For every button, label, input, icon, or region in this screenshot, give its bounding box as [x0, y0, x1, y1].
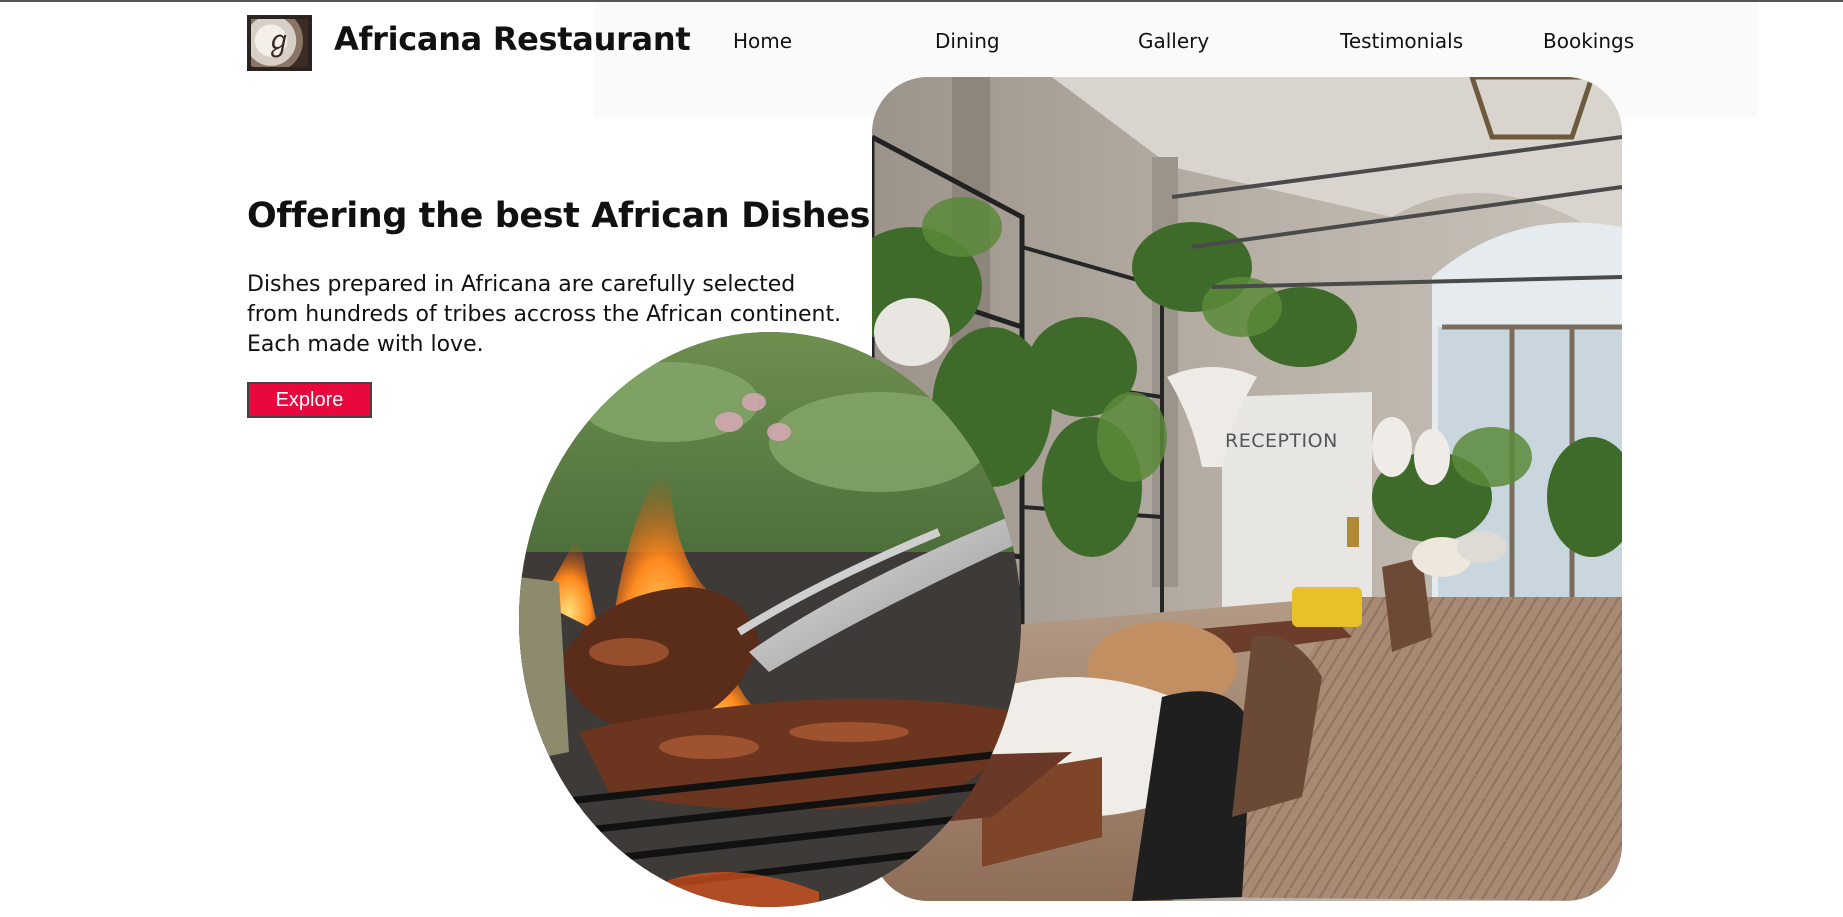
brand-name[interactable]: Africana Restaurant [334, 20, 691, 58]
hero-description-line: Dishes prepared in Africana are carefull… [247, 272, 796, 297]
hero-description: Dishes prepared in Africana are carefull… [247, 270, 887, 360]
explore-button[interactable]: Explore [247, 382, 372, 418]
nav-link-bookings[interactable]: Bookings [1543, 29, 1634, 53]
nav-link-testimonials[interactable]: Testimonials [1340, 29, 1463, 53]
nav-link-home[interactable]: Home [733, 29, 792, 53]
nav-link-gallery[interactable]: Gallery [1138, 29, 1209, 53]
hero-headline: Offering the best African Dishes [247, 196, 871, 236]
nav-link-dining[interactable]: Dining [935, 29, 1000, 53]
hero-description-line: from hundreds of tribes accross the Afri… [247, 302, 842, 327]
grilled-meat-image [519, 332, 1021, 907]
restaurant-logo-icon[interactable]: ℊ [247, 15, 312, 71]
reception-sign: RECEPTION [1225, 430, 1338, 452]
hero-description-line: Each made with love. [247, 332, 484, 357]
